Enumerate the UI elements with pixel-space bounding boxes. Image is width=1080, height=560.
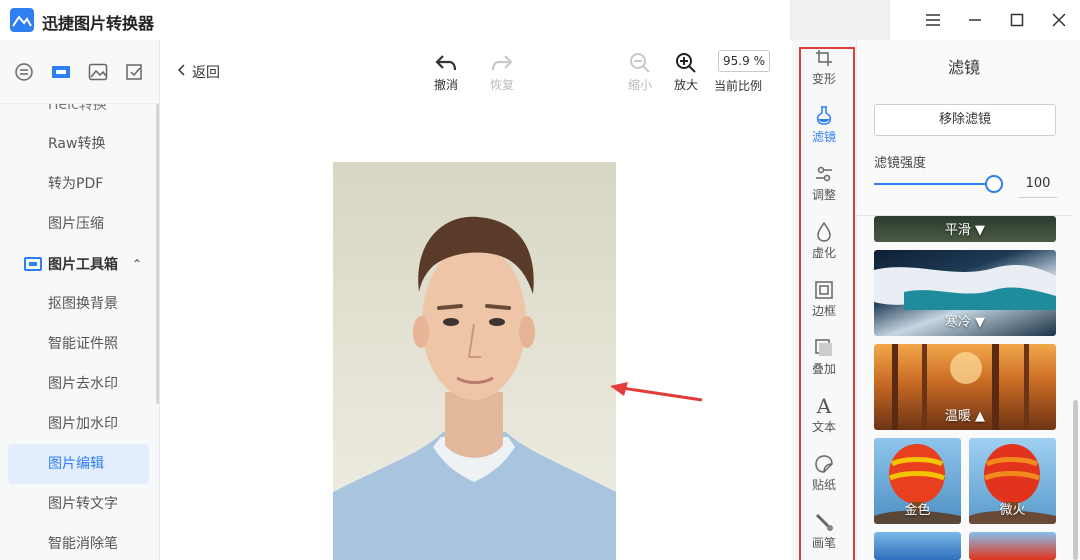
strength-slider[interactable]: [874, 175, 1003, 193]
zoom-out-label: 缩小: [627, 78, 652, 92]
zoom-in-icon: [664, 50, 708, 76]
task-tab-icon[interactable]: [124, 61, 146, 83]
redo-button[interactable]: 恢复: [480, 50, 524, 93]
sidebar-group-label: 图片工具箱: [48, 257, 118, 273]
filter-label: 微火: [999, 503, 1026, 518]
filter-card-cold[interactable]: 寒冷 ▼: [874, 250, 1056, 336]
menu-icon[interactable]: [920, 8, 946, 32]
sidebar-scrollbar[interactable]: [156, 104, 159, 404]
toolbox-tab-icon[interactable]: [50, 61, 72, 83]
panel-scrollbar[interactable]: [1073, 400, 1078, 560]
remove-filter-button[interactable]: 移除滤镜: [874, 104, 1056, 136]
undo-button[interactable]: 撤消: [424, 50, 468, 93]
sidebar-item-ocr[interactable]: 图片转文字: [0, 484, 159, 524]
app-window: 迅捷图片转换器 Heic转换 Raw转换 转为PDF 图片压缩 图片工具箱 ⌃ …: [0, 0, 1080, 560]
filter-label: 金色: [904, 503, 931, 518]
zoom-label: 当前比例: [714, 79, 763, 93]
zoom-in-button[interactable]: 放大: [664, 50, 708, 93]
sidebar-group-toolbox[interactable]: 图片工具箱 ⌃: [0, 244, 159, 284]
strength-slider-handle[interactable]: [985, 175, 1003, 193]
sidebar-item-id-photo[interactable]: 智能证件照: [0, 324, 159, 364]
sidebar-item-add-watermark[interactable]: 图片加水印: [0, 404, 159, 444]
editor-main: 返回 撤消 恢复 缩小 放大 95.9 % 当前比例: [160, 40, 792, 560]
filter-card-warm[interactable]: 温暖 ▲: [874, 344, 1056, 430]
sidebar-list: Heic转换 Raw转换 转为PDF 图片压缩 图片工具箱 ⌃ 抠图换背景 智能…: [0, 104, 159, 560]
chevron-left-icon: [177, 64, 186, 80]
back-label: 返回: [192, 65, 220, 81]
sidebar: Heic转换 Raw转换 转为PDF 图片压缩 图片工具箱 ⌃ 抠图换背景 智能…: [0, 40, 160, 560]
strength-value-input[interactable]: 100: [1019, 170, 1057, 198]
sidebar-tabs: [0, 40, 159, 104]
filter-card-next-2[interactable]: [969, 532, 1056, 560]
red-arrow-annotation: [608, 382, 704, 408]
sidebar-item-pdf[interactable]: 转为PDF: [0, 164, 159, 204]
redo-icon: [480, 50, 524, 76]
filter-label: 寒冷 ▼: [944, 315, 986, 330]
zoom-out-icon: [618, 50, 662, 76]
undo-label: 撤消: [433, 78, 458, 92]
sidebar-item-compress[interactable]: 图片压缩: [0, 204, 159, 244]
sidebar-item-image-edit[interactable]: 图片编辑: [8, 444, 149, 484]
zoom-in-label: 放大: [673, 78, 698, 92]
app-logo-icon: [10, 8, 34, 32]
tool-strip-highlight: [799, 47, 855, 560]
sidebar-item-cutout[interactable]: 抠图换背景: [0, 284, 159, 324]
filter-label: 平滑 ▼: [944, 223, 986, 238]
close-button[interactable]: [1046, 8, 1072, 32]
back-button[interactable]: 返回: [177, 62, 220, 82]
sidebar-item-remove-watermark[interactable]: 图片去水印: [0, 364, 159, 404]
undo-icon: [424, 50, 468, 76]
minimize-button[interactable]: [962, 8, 988, 32]
strength-label: 滤镜强度: [874, 156, 927, 171]
zoom-out-button[interactable]: 缩小: [618, 50, 662, 93]
panel-title: 滤镜: [947, 58, 980, 77]
maximize-button[interactable]: [1004, 8, 1030, 32]
filter-card-gold[interactable]: 金色: [874, 438, 961, 524]
zoom-value[interactable]: 95.9 %: [718, 50, 770, 72]
sidebar-item-eraser[interactable]: 智能消除笔: [0, 524, 159, 560]
title-bar-blank: [790, 0, 890, 40]
filter-label: 温暖 ▲: [944, 409, 986, 424]
sidebar-item-raw[interactable]: Raw转换: [0, 124, 159, 164]
chevron-up-icon: ⌃: [132, 257, 143, 271]
image-tab-icon[interactable]: [87, 61, 109, 83]
portrait-photo[interactable]: [333, 162, 616, 560]
app-title: 迅捷图片转换器: [42, 14, 155, 33]
toolbox-icon: [24, 257, 42, 271]
strength-slider-fill: [874, 183, 994, 185]
filter-card-smooth[interactable]: 平滑 ▼: [874, 216, 1056, 242]
filter-card-next-1[interactable]: [874, 532, 961, 560]
filter-card-fire[interactable]: 微火: [969, 438, 1056, 524]
convert-tab-icon[interactable]: [13, 61, 35, 83]
filter-panel: 滤镜 移除滤镜 滤镜强度 100 平滑 ▼ 寒冷 ▼ 温暖 ▲ 金色 微火: [856, 40, 1080, 560]
title-bar: 迅捷图片转换器: [0, 0, 1080, 40]
sidebar-item-heic[interactable]: Heic转换: [0, 104, 159, 124]
canvas-area[interactable]: [160, 104, 792, 560]
redo-label: 恢复: [489, 78, 514, 92]
